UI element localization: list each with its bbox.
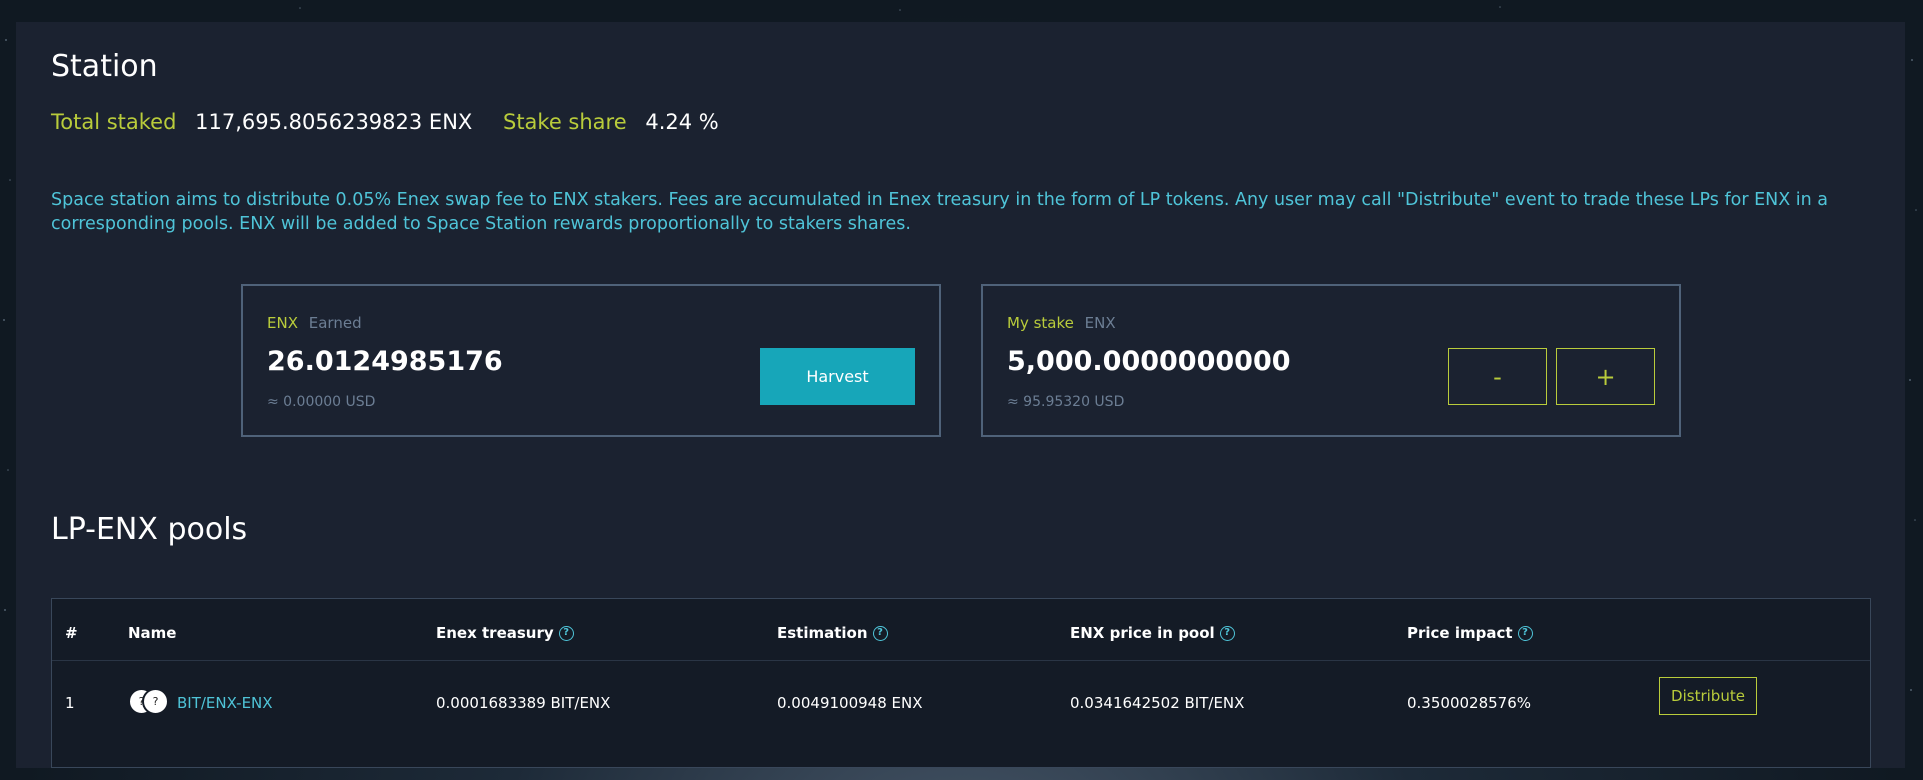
stake-card: My stake ENX 5,000.0000000000 ≈ 95.95320… [981,284,1681,437]
station-description: Space station aims to distribute 0.05% E… [51,190,1829,234]
table-header: # Name Enex treasury ? Estimation ? ENX … [52,599,1870,661]
pair-token-icons: ? ? [128,688,172,716]
stake-share-label: Stake share [502,110,627,134]
stake-share-value: 4.24 % [645,110,719,134]
help-icon[interactable]: ? [872,625,888,641]
help-icon[interactable]: ? [1517,625,1533,641]
earned-label: Earned [308,314,362,332]
row-price: 0.0341642502 BIT/ENX [1070,694,1245,712]
harvest-button[interactable]: Harvest [760,348,915,405]
column-label-num: # [65,624,78,642]
column-header-estimation: Estimation ? [777,624,888,642]
earned-amount: 26.0124985176 [267,346,503,377]
column-header-name: Name [128,624,176,642]
unstake-button[interactable]: - [1448,348,1547,405]
token-unknown-icon: ? [142,688,169,715]
row-treasury: 0.0001683389 BIT/ENX [436,694,611,712]
row-estimation: 0.0049100948 ENX [777,694,923,712]
pools-title: LP-ENX pools [51,512,248,547]
row-impact: 0.3500028576% [1407,694,1531,712]
total-staked-label: Total staked [51,110,177,134]
column-header-num: # [65,624,78,642]
total-staked-value: 117,695.8056239823 ENX [195,110,473,134]
station-totals: Total staked 117,695.8056239823 ENX Stak… [51,110,743,134]
distribute-button[interactable]: Distribute [1659,677,1757,715]
column-header-treasury: Enex treasury ? [436,624,574,642]
column-label-estimation: Estimation [777,624,868,642]
station-panel: Station Total staked 117,695.8056239823 … [16,22,1905,768]
column-header-impact: Price impact ? [1407,624,1533,642]
stake-card-header: My stake ENX [1007,314,1116,332]
earned-usd: ≈ 0.00000 USD [267,394,376,410]
stake-label: My stake [1007,314,1074,332]
column-label-price: ENX price in pool [1070,624,1215,642]
stake-token: ENX [1084,314,1116,332]
column-header-price: ENX price in pool ? [1070,624,1235,642]
column-label-name: Name [128,624,177,642]
earned-card: ENX Earned 26.0124985176 ≈ 0.00000 USD H… [241,284,941,437]
column-label-treasury: Enex treasury [436,624,554,642]
column-label-impact: Price impact [1407,624,1513,642]
page-title: Station [51,49,158,84]
pool-name-link[interactable]: BIT/ENX-ENX [177,694,273,712]
earned-token: ENX [267,314,298,332]
stake-button[interactable]: + [1556,348,1655,405]
pools-table: # Name Enex treasury ? Estimation ? ENX … [51,598,1871,768]
stake-usd: ≈ 95.95320 USD [1007,394,1125,410]
help-icon[interactable]: ? [1219,625,1235,641]
help-icon[interactable]: ? [558,625,574,641]
stake-amount: 5,000.0000000000 [1007,346,1291,377]
row-num: 1 [65,694,75,712]
earned-card-header: ENX Earned [267,314,362,332]
